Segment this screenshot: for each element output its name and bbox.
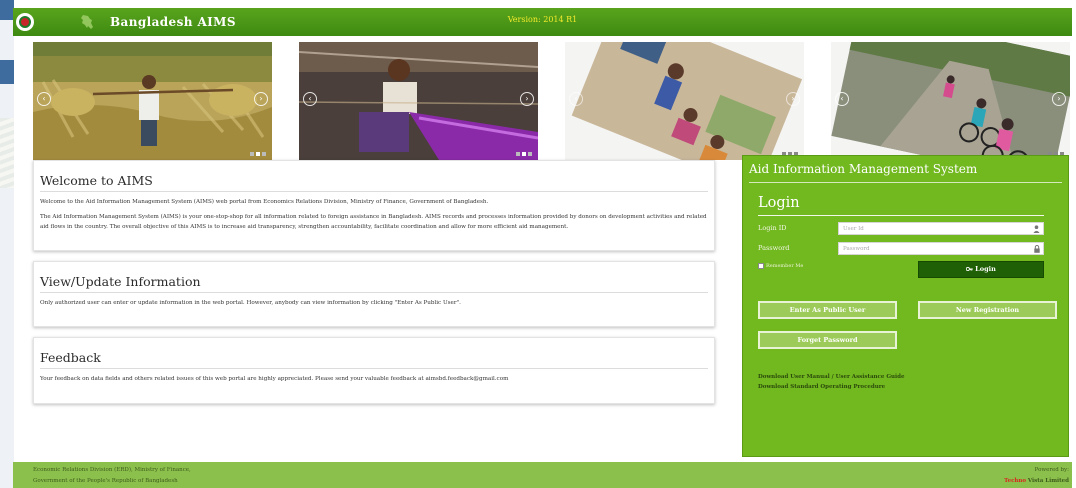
slide-next-icon[interactable]: ›: [520, 92, 534, 106]
enter-public-user-button[interactable]: Enter As Public User: [758, 301, 897, 319]
welcome-panel: Welcome to AIMS Welcome to the Aid Infor…: [33, 160, 715, 251]
slide-farmer-harvest[interactable]: ‹ ›: [33, 42, 272, 160]
powered-by-label: Powered by:: [1034, 467, 1069, 473]
feedback-text: Your feedback on data fields and others …: [40, 376, 509, 382]
login-id-label: Login ID: [758, 224, 787, 232]
remember-me-checkbox[interactable]: [758, 263, 764, 269]
download-sop-link[interactable]: Download Standard Operating Procedure: [758, 384, 885, 390]
solar-panel-women-photo: [565, 42, 804, 160]
feedback-panel: Feedback Your feedback on data fields an…: [33, 337, 715, 404]
forget-password-button[interactable]: Forget Password: [758, 331, 897, 349]
slide-prev-icon[interactable]: ‹: [569, 92, 583, 106]
brand-name-part1: Techno: [1004, 478, 1027, 484]
slide-prev-icon[interactable]: ‹: [835, 92, 849, 106]
edge-map-fragment: [0, 118, 14, 188]
farmer-harvest-photo: [33, 42, 272, 160]
slide-next-icon[interactable]: ›: [254, 92, 268, 106]
welcome-description-text: The Aid Information Management System (A…: [40, 214, 707, 230]
slide-next-icon[interactable]: ›: [786, 92, 800, 106]
page-footer: Economic Relations Division (ERD), Minis…: [13, 462, 1072, 488]
login-button-label: Login: [975, 265, 996, 273]
slide-weaver-loom[interactable]: ‹ ›: [299, 42, 538, 160]
slide-prev-icon[interactable]: ‹: [37, 92, 51, 106]
view-update-panel: View/Update Information Only authorized …: [33, 261, 715, 327]
app-header: Bangladesh AIMS Version: 2014 R1: [13, 8, 1072, 36]
slide-next-icon[interactable]: ›: [1052, 92, 1066, 106]
download-user-manual-link[interactable]: Download User Manual / User Assistance G…: [758, 374, 904, 380]
new-registration-button[interactable]: New Registration: [918, 301, 1057, 319]
password-label: Password: [758, 244, 790, 252]
login-id-placeholder: User Id: [843, 226, 864, 232]
version-label: Version: 2014 R1: [507, 15, 578, 24]
login-title: Login: [758, 195, 1044, 216]
slide-indicator[interactable]: [250, 152, 266, 156]
view-update-text: Only authorized user can enter or update…: [40, 300, 461, 306]
welcome-intro-text: Welcome to the Aid Information Managemen…: [40, 199, 489, 205]
system-title: Aid Information Management System: [749, 162, 1062, 183]
login-button[interactable]: Login: [918, 261, 1044, 278]
slide-girls-cycling[interactable]: ‹ ›: [831, 42, 1070, 160]
feedback-title: Feedback: [40, 338, 708, 369]
footer-org-line1: Economic Relations Division (ERD), Minis…: [33, 467, 191, 473]
password-placeholder: Password: [843, 246, 870, 252]
login-panel: Aid Information Management System Login …: [742, 155, 1069, 457]
remember-me[interactable]: Remember Me: [758, 263, 803, 269]
view-update-title: View/Update Information: [40, 262, 708, 293]
lock-icon: [1034, 245, 1040, 253]
slide-indicator[interactable]: [516, 152, 532, 156]
welcome-title: Welcome to AIMS: [40, 161, 708, 192]
remember-me-label: Remember Me: [766, 263, 804, 269]
aims-home-page: Bangladesh AIMS Version: 2014 R1 ‹ › ‹ ›…: [0, 0, 1076, 488]
edge-block-middle: [0, 60, 14, 84]
user-icon: [1033, 225, 1040, 233]
footer-org-line2: Government of the People's Republic of B…: [33, 478, 178, 484]
powered-by-brand[interactable]: Techno Vista Limited: [1004, 478, 1069, 484]
edge-block-top: [0, 0, 14, 20]
login-id-row: Login ID User Id: [758, 222, 1044, 235]
login-id-input[interactable]: User Id: [838, 222, 1044, 235]
brand-name-part2: Vista Limited: [1027, 478, 1069, 484]
key-icon: [965, 266, 973, 271]
password-input[interactable]: Password: [838, 242, 1044, 255]
slide-prev-icon[interactable]: ‹: [303, 92, 317, 106]
weaver-loom-photo: [299, 42, 538, 160]
password-row: Password Password: [758, 242, 1044, 255]
girls-cycling-photo: [831, 42, 1070, 160]
slide-solar-panel-women[interactable]: ‹ ›: [565, 42, 804, 160]
left-edge-strip: [0, 0, 14, 488]
